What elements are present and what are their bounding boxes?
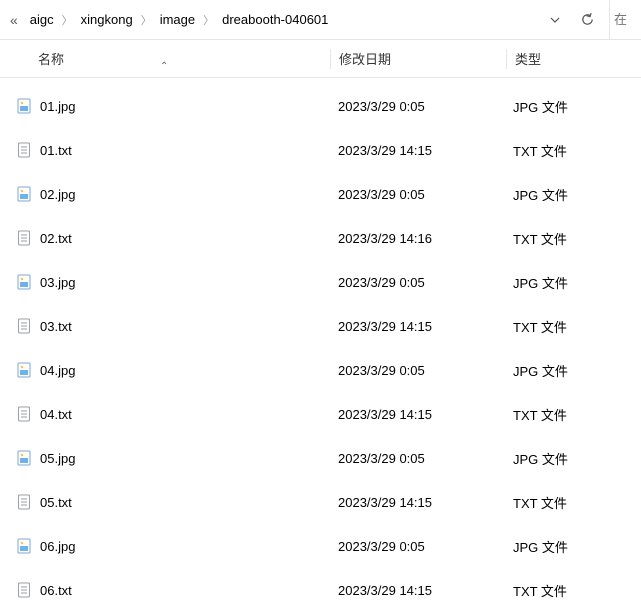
file-row[interactable]: 06.jpg 2023/3/29 0:05JPG 文件 [0, 524, 641, 568]
breadcrumb-item[interactable]: dreabooth-040601 [216, 8, 334, 31]
file-date-cell: 2023/3/29 0:05 [330, 539, 505, 554]
file-type-cell: TXT 文件 [505, 405, 641, 424]
chevron-right-icon: 〉 [201, 12, 216, 28]
file-type-cell: JPG 文件 [505, 449, 641, 468]
file-date-cell: 2023/3/29 14:15 [330, 407, 505, 422]
file-name-cell: 03.jpg [0, 274, 330, 290]
file-type-cell: JPG 文件 [505, 97, 641, 116]
file-row[interactable]: 05.jpg 2023/3/29 0:05JPG 文件 [0, 436, 641, 480]
file-row[interactable]: 01.jpg 2023/3/29 0:05JPG 文件 [0, 84, 641, 128]
text-file-icon [16, 142, 32, 158]
file-row[interactable]: 03.txt 2023/3/29 14:15TXT 文件 [0, 304, 641, 348]
breadcrumb: aigc〉xingkong〉image〉dreabooth-040601 [24, 8, 539, 31]
refresh-button[interactable] [571, 4, 603, 36]
file-name-label: 02.txt [40, 231, 72, 246]
file-name-cell: 01.txt [0, 142, 330, 158]
breadcrumb-item[interactable]: image [154, 8, 201, 31]
file-date-cell: 2023/3/29 14:15 [330, 143, 505, 158]
image-file-icon [16, 186, 32, 202]
image-file-icon [16, 98, 32, 114]
file-type-cell: TXT 文件 [505, 581, 641, 600]
search-box[interactable] [609, 0, 637, 40]
file-list: 01.jpg2023/3/29 0:05JPG 文件01.txt2023/3/2… [0, 78, 641, 612]
file-type-cell: TXT 文件 [505, 493, 641, 512]
text-file-icon [16, 318, 32, 334]
file-name-cell: 02.jpg [0, 186, 330, 202]
file-name-cell: 04.jpg [0, 362, 330, 378]
file-name-cell: 01.jpg [0, 98, 330, 114]
file-name-cell: 06.jpg [0, 538, 330, 554]
file-name-label: 02.jpg [40, 187, 75, 202]
file-row[interactable]: 01.txt 2023/3/29 14:15TXT 文件 [0, 128, 641, 172]
file-date-cell: 2023/3/29 14:15 [330, 583, 505, 598]
file-row[interactable]: 02.jpg 2023/3/29 0:05JPG 文件 [0, 172, 641, 216]
file-row[interactable]: 05.txt 2023/3/29 14:15TXT 文件 [0, 480, 641, 524]
refresh-icon [580, 12, 595, 27]
file-row[interactable]: 03.jpg 2023/3/29 0:05JPG 文件 [0, 260, 641, 304]
chevron-right-icon: 〉 [60, 12, 75, 28]
image-file-icon [16, 274, 32, 290]
file-row[interactable]: 02.txt 2023/3/29 14:16TXT 文件 [0, 216, 641, 260]
text-file-icon [16, 230, 32, 246]
file-name-cell: 06.txt [0, 582, 330, 598]
file-date-cell: 2023/3/29 14:16 [330, 231, 505, 246]
file-date-cell: 2023/3/29 0:05 [330, 363, 505, 378]
file-date-cell: 2023/3/29 14:15 [330, 319, 505, 334]
file-date-cell: 2023/3/29 0:05 [330, 275, 505, 290]
column-header-type[interactable]: 类型 [507, 49, 641, 68]
file-name-label: 06.jpg [40, 539, 75, 554]
chevron-right-icon: 〉 [139, 12, 154, 28]
column-header-name[interactable]: 名称 ⌃ [0, 49, 330, 68]
column-header-date[interactable]: 修改日期 [331, 49, 506, 68]
breadcrumb-item[interactable]: aigc [24, 8, 60, 31]
file-type-cell: JPG 文件 [505, 537, 641, 556]
file-type-cell: JPG 文件 [505, 361, 641, 380]
sort-ascending-icon: ⌃ [160, 61, 168, 72]
file-name-label: 06.txt [40, 583, 72, 598]
file-type-cell: TXT 文件 [505, 229, 641, 248]
file-name-cell: 05.txt [0, 494, 330, 510]
file-name-label: 01.jpg [40, 99, 75, 114]
file-name-cell: 03.txt [0, 318, 330, 334]
file-name-label: 01.txt [40, 143, 72, 158]
file-name-cell: 05.jpg [0, 450, 330, 466]
file-type-cell: JPG 文件 [505, 273, 641, 292]
text-file-icon [16, 582, 32, 598]
file-name-label: 05.jpg [40, 451, 75, 466]
back-chevron-icon[interactable]: « [4, 12, 24, 28]
breadcrumb-item[interactable]: xingkong [75, 8, 139, 31]
image-file-icon [16, 450, 32, 466]
file-date-cell: 2023/3/29 14:15 [330, 495, 505, 510]
file-name-label: 03.txt [40, 319, 72, 334]
file-row[interactable]: 06.txt 2023/3/29 14:15TXT 文件 [0, 568, 641, 612]
file-date-cell: 2023/3/29 0:05 [330, 99, 505, 114]
file-type-cell: TXT 文件 [505, 317, 641, 336]
file-row[interactable]: 04.txt 2023/3/29 14:15TXT 文件 [0, 392, 641, 436]
file-name-cell: 04.txt [0, 406, 330, 422]
column-header-row: 名称 ⌃ 修改日期 类型 [0, 40, 641, 78]
image-file-icon [16, 538, 32, 554]
chevron-down-icon [549, 14, 561, 26]
image-file-icon [16, 362, 32, 378]
search-input[interactable] [610, 12, 637, 27]
file-name-label: 04.jpg [40, 363, 75, 378]
text-file-icon [16, 494, 32, 510]
text-file-icon [16, 406, 32, 422]
column-header-name-label: 名称 [38, 52, 64, 67]
dropdown-button[interactable] [539, 4, 571, 36]
file-type-cell: JPG 文件 [505, 185, 641, 204]
file-name-label: 04.txt [40, 407, 72, 422]
file-date-cell: 2023/3/29 0:05 [330, 187, 505, 202]
file-row[interactable]: 04.jpg 2023/3/29 0:05JPG 文件 [0, 348, 641, 392]
file-name-label: 05.txt [40, 495, 72, 510]
file-type-cell: TXT 文件 [505, 141, 641, 160]
file-date-cell: 2023/3/29 0:05 [330, 451, 505, 466]
file-name-cell: 02.txt [0, 230, 330, 246]
file-name-label: 03.jpg [40, 275, 75, 290]
address-toolbar: « aigc〉xingkong〉image〉dreabooth-040601 [0, 0, 641, 40]
